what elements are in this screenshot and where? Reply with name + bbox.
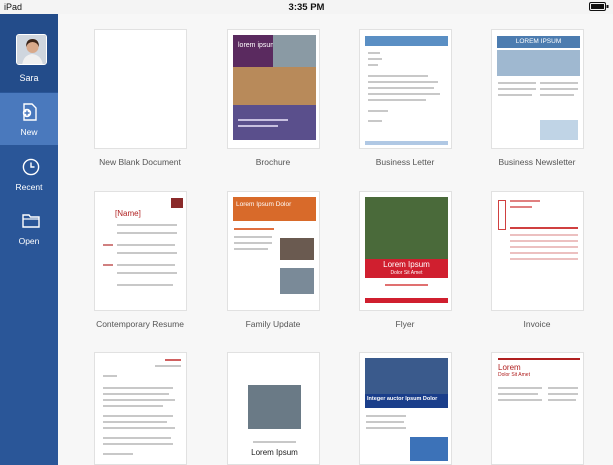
template-business-letter[interactable] — [359, 29, 452, 149]
template-caption: Contemporary Resume — [96, 319, 184, 329]
template-caption: Family Update — [245, 319, 301, 329]
template-contemporary-resume[interactable]: [Name] — [94, 191, 187, 311]
folder-icon — [22, 212, 40, 230]
template-letter[interactable] — [94, 352, 187, 465]
sidebar-item-new[interactable]: New — [0, 93, 58, 145]
battery-icon — [589, 2, 609, 13]
template-preview-title: Lorem Ipsum Dolor — [236, 201, 292, 208]
template-caption: New Blank Document — [99, 157, 181, 167]
sidebar-item-recent[interactable]: Recent — [0, 148, 58, 200]
account-button[interactable]: Sara — [0, 14, 58, 92]
template-preview-title: Lorem Ipsum — [383, 260, 430, 269]
template-family-update[interactable]: Lorem Ipsum Dolor — [227, 191, 320, 311]
sidebar-item-open[interactable]: Open — [0, 202, 58, 254]
template-poster[interactable]: Lorem Ipsum — [227, 352, 320, 465]
template-business-newsletter[interactable]: LOREM IPSUM — [491, 29, 584, 149]
template-resume[interactable]: Lorem Dolor Sit Amet — [491, 352, 584, 465]
template-flyer[interactable]: Lorem Ipsum Dolor Sit Amet — [359, 191, 452, 311]
account-name: Sara — [19, 73, 39, 83]
template-preview-title: Lorem Ipsum — [251, 448, 298, 457]
sidebar-item-label: Recent — [15, 182, 43, 192]
template-caption: Business Letter — [375, 157, 435, 167]
template-newsletter[interactable]: Integer auctor Ipsum Dolor — [359, 352, 452, 465]
avatar — [16, 34, 47, 65]
clock: 3:35 PM — [288, 1, 325, 13]
sidebar-item-label: New — [20, 127, 38, 137]
template-preview-subtitle: Dolor Sit Amet — [390, 270, 423, 276]
clock-icon — [22, 158, 40, 176]
template-preview-title: lorem ipsum — [238, 42, 277, 49]
template-caption: Flyer — [395, 319, 415, 329]
template-brochure[interactable]: lorem ipsum — [227, 29, 320, 149]
template-caption: Brochure — [255, 157, 291, 167]
template-preview-title: Lorem — [498, 363, 521, 372]
status-bar: iPad 3:35 PM — [0, 0, 613, 14]
template-preview-title: Integer auctor Ipsum Dolor — [367, 396, 438, 402]
template-caption: Business Newsletter — [498, 157, 576, 167]
template-blank-document[interactable] — [94, 29, 187, 149]
new-document-icon — [22, 103, 38, 121]
template-preview-title: [Name] — [115, 209, 141, 218]
sidebar-item-label: Open — [18, 236, 40, 246]
template-caption: Invoice — [523, 319, 551, 329]
template-preview-subtitle: Dolor Sit Amet — [498, 372, 530, 378]
template-preview-title: LOREM IPSUM — [497, 36, 580, 48]
template-invoice[interactable] — [491, 191, 584, 311]
